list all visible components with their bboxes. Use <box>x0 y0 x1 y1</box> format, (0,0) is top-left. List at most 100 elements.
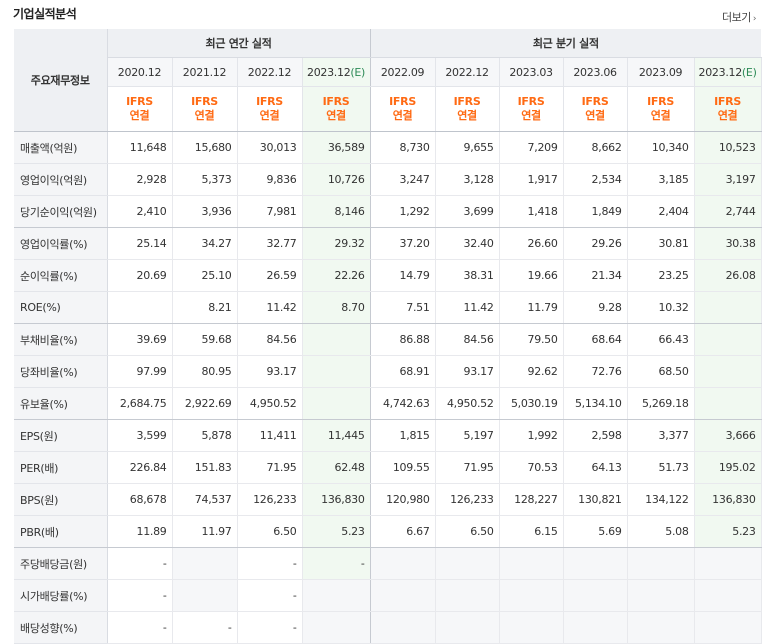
ifrs-bottom: 연결 <box>717 109 738 122</box>
ifrs-bottom: 연결 <box>650 109 671 122</box>
period-year: 2023.12 <box>698 65 743 79</box>
table-cell: 3,185 <box>627 163 695 196</box>
ifrs-label: IFRS 연결 <box>237 86 303 132</box>
table-cell: - <box>107 547 173 580</box>
table-cell <box>627 547 695 580</box>
table-cell: 84.56 <box>435 323 500 356</box>
table-cell: 5,197 <box>435 419 500 452</box>
table-cell: 15,680 <box>172 131 238 164</box>
table-cell: 3,247 <box>370 163 436 196</box>
period-header: 2022.12 <box>237 57 303 87</box>
table-cell: - <box>107 611 173 644</box>
period-header: 2023.12(E) <box>302 57 371 87</box>
table-row: 당좌비율(%) 97.99 80.95 93.17 68.91 93.17 92.62 72.… <box>14 355 762 388</box>
ifrs-top: IFRS <box>453 95 481 108</box>
table-cell: 3,599 <box>107 419 173 452</box>
table-cell: 136,830 <box>302 483 371 516</box>
table-cell: 59.68 <box>172 323 238 356</box>
table-cell: 2,534 <box>563 163 628 196</box>
table-cell: 71.95 <box>237 451 303 484</box>
table-row: 유보율(%) 2,684.75 2,922.69 4,950.52 4,742.63 4,… <box>14 387 762 420</box>
table-cell <box>435 547 500 580</box>
table-cell <box>627 579 695 612</box>
row-label: 부채비율(%) <box>14 323 108 356</box>
table-cell: - <box>107 579 173 612</box>
table-cell: 3,197 <box>694 163 762 196</box>
ifrs-bottom: 연결 <box>392 109 413 122</box>
row-label: 유보율(%) <box>14 387 108 420</box>
ifrs-top: IFRS <box>581 95 609 108</box>
table-cell: 8.21 <box>172 291 238 324</box>
row-label: 당좌비율(%) <box>14 355 108 388</box>
ifrs-label: IFRS 연결 <box>563 86 628 132</box>
table-cell: 92.62 <box>499 355 564 388</box>
table-cell: 5,878 <box>172 419 238 452</box>
table-cell: 5.08 <box>627 515 695 548</box>
table-cell: 32.40 <box>435 227 500 260</box>
table-cell: 74,537 <box>172 483 238 516</box>
table-cell: 1,418 <box>499 195 564 228</box>
table-cell: 26.59 <box>237 259 303 292</box>
table-cell: 30,013 <box>237 131 303 164</box>
table-cell: 10,340 <box>627 131 695 164</box>
ifrs-label: IFRS 연결 <box>694 86 762 132</box>
ifrs-top: IFRS <box>714 95 741 108</box>
table-cell: 5.69 <box>563 515 628 548</box>
table-cell: 4,742.63 <box>370 387 436 420</box>
ifrs-top: IFRS <box>647 95 674 108</box>
table-cell: 3,377 <box>627 419 695 452</box>
row-label: 당기순이익(억원) <box>14 195 108 228</box>
ifrs-bottom: 연결 <box>259 109 280 122</box>
table-row: 매출액(억원) 11,648 15,680 30,013 36,589 8,730 9,65… <box>14 131 762 164</box>
table-cell: 68.64 <box>563 323 628 356</box>
period-year: 2023.12 <box>307 65 351 79</box>
table-cell <box>302 387 371 420</box>
period-header: 2023.12(E) <box>694 57 762 87</box>
table-cell: 2,410 <box>107 195 173 228</box>
table-cell: 3,699 <box>435 195 500 228</box>
table-cell: 30.38 <box>694 227 762 260</box>
table-cell <box>435 611 500 644</box>
table-cell: 68.91 <box>370 355 436 388</box>
table-cell <box>499 547 564 580</box>
table-cell: 134,122 <box>627 483 695 516</box>
table-row: PER(배) 226.84 151.83 71.95 62.48 109.55 71.95 7… <box>14 451 762 484</box>
table-cell <box>499 611 564 644</box>
table-cell: 11.42 <box>435 291 500 324</box>
table-cell: 126,233 <box>435 483 500 516</box>
table-row: 부채비율(%) 39.69 59.68 84.56 86.88 84.56 79.50 68.… <box>14 323 762 356</box>
section-title: 기업실적분석 <box>13 7 77 21</box>
table-cell: 2,744 <box>694 195 762 228</box>
ifrs-label: IFRS 연결 <box>435 86 500 132</box>
table-cell: 7,209 <box>499 131 564 164</box>
table-cell: 120,980 <box>370 483 436 516</box>
table-cell: 6.50 <box>435 515 500 548</box>
period-header: 2023.09 <box>627 57 695 87</box>
table-cell: 11,445 <box>302 419 371 452</box>
table-cell: 6.67 <box>370 515 436 548</box>
row-label: PBR(배) <box>14 515 108 548</box>
table-cell <box>302 323 371 356</box>
table-cell <box>563 579 628 612</box>
table-cell: 126,233 <box>237 483 303 516</box>
table-cell: 34.27 <box>172 227 238 260</box>
table-cell: 2,684.75 <box>107 387 173 420</box>
table-cell <box>172 579 238 612</box>
table-cell <box>694 355 762 388</box>
table-cell: 51.73 <box>627 451 695 484</box>
ifrs-bottom: 연결 <box>585 109 605 122</box>
table-cell: 5,269.18 <box>627 387 695 420</box>
estimate-mark: (E) <box>350 65 366 79</box>
table-cell: 72.76 <box>563 355 628 388</box>
table-cell: 136,830 <box>694 483 762 516</box>
table-cell <box>694 387 762 420</box>
table-row: PBR(배) 11.89 11.97 6.50 5.23 6.67 6.50 6.15 5.69… <box>14 515 762 548</box>
table-row: 영업이익(억원) 2,928 5,373 9,836 10,726 3,247 3,128 1… <box>14 163 762 196</box>
ifrs-label: IFRS 연결 <box>370 86 436 132</box>
table-cell <box>627 611 695 644</box>
ifrs-label: IFRS 연결 <box>302 86 371 132</box>
more-link[interactable]: 더보기 › <box>722 9 757 25</box>
table-cell: 66.43 <box>627 323 695 356</box>
period-header: 2023.03 <box>499 57 564 87</box>
table-cell: 11,411 <box>237 419 303 452</box>
